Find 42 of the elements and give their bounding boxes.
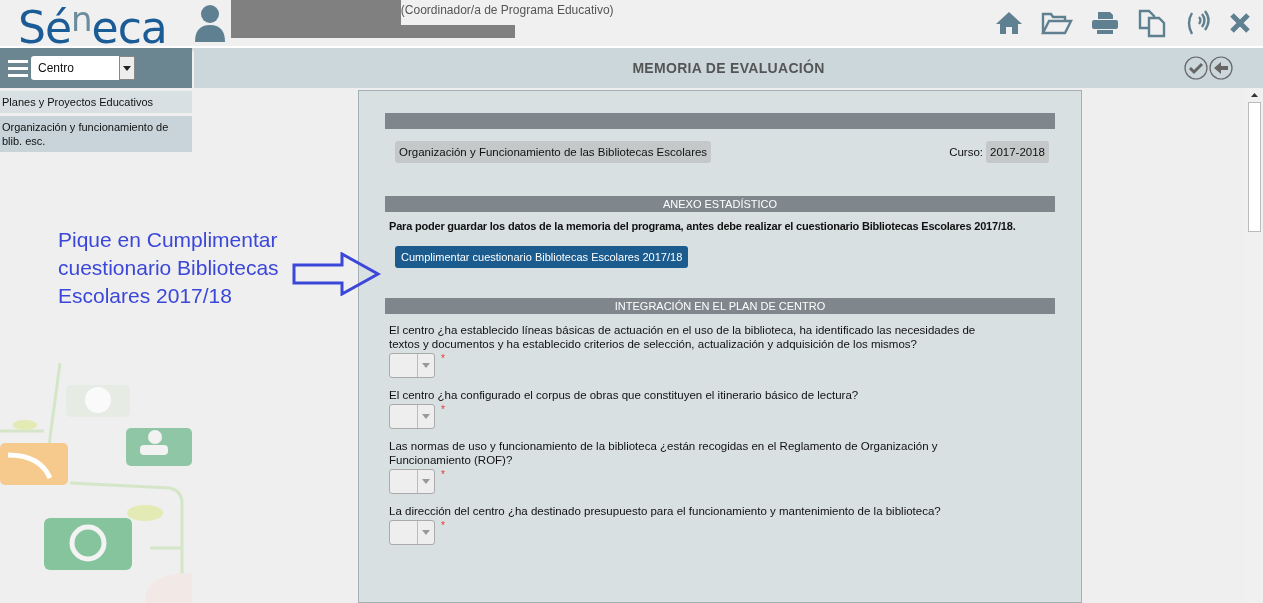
phone-icon[interactable] — [1185, 9, 1211, 37]
caret-icon — [422, 530, 430, 535]
answer-dropdown[interactable] — [389, 353, 435, 378]
folder-icon[interactable] — [1041, 11, 1073, 35]
page-title: MEMORIA DE EVALUACIÓN — [632, 60, 825, 76]
caret-icon — [422, 414, 430, 419]
required-mark: * — [441, 469, 445, 480]
questionnaire-button[interactable]: Cumplimentar cuestionario Bibliotecas Escolares 2017/18 — [395, 246, 689, 268]
question-text: La dirección del centro ¿ha destinado presupuesto para el funcionamiento y mantenimiento de la biblioteca? — [389, 504, 942, 518]
course-label: Curso: — [949, 146, 983, 158]
section-header: INTEGRACIÓN EN EL PLAN DE CENTRO — [385, 298, 1055, 314]
copy-icon[interactable] — [1137, 8, 1167, 38]
question-text: Las normas de uso y funcionamiento de la biblioteca ¿están recogidas en el Reglamento de Organización y Funcionamiento (ROF)? — [389, 439, 939, 467]
caret-icon — [422, 363, 430, 368]
logo: Sé$^{n}$eca — [18, 0, 167, 50]
required-mark: * — [441, 353, 445, 364]
answer-dropdown[interactable] — [389, 404, 435, 429]
sidebar-item[interactable]: Planes y Proyectos Educativos — [0, 91, 192, 113]
annotation-text: Pique en Cumplimentar cuestionario Bibliotecas Escolares 2017/18 — [58, 227, 280, 309]
check-icon[interactable] — [1184, 56, 1208, 80]
home-icon[interactable] — [995, 11, 1023, 35]
notice-text: Para poder guardar los datos de la memoria del programa, antes debe realizar el cuestionario Bibliotecas Escolares 2017/18. — [389, 219, 1017, 234]
user-role: (Coordinador/a de Programa Educativo) — [400, 2, 614, 17]
scroll-up-icon[interactable] — [1251, 93, 1258, 97]
required-mark: * — [441, 520, 445, 531]
answer-dropdown[interactable] — [389, 520, 435, 545]
required-mark: * — [441, 404, 445, 415]
caret-icon — [422, 479, 430, 484]
section-header: ANEXO ESTADÍSTICO — [385, 196, 1055, 212]
close-icon[interactable] — [1229, 12, 1251, 34]
answer-dropdown[interactable] — [389, 469, 435, 494]
caret-icon — [123, 65, 131, 71]
printer-icon[interactable] — [1091, 11, 1119, 35]
scroll-thumb[interactable] — [1248, 102, 1261, 232]
user-icon — [192, 4, 227, 42]
question-text: El centro ¿ha establecido líneas básicas de actuación en el uso de la biblioteca, ha identificado las necesidades de textos y documentos y ha establecido criterios de selección, actualización y adquisición de los mismos? — [389, 323, 977, 351]
sidebar-item[interactable]: Organización y funcionamiento de blib. esc. — [0, 116, 192, 152]
program-name: Organización y Funcionamiento de las Bibliotecas Escolares — [395, 141, 712, 163]
course-value: 2017-2018 — [986, 141, 1049, 163]
center-dropdown[interactable]: Centro — [31, 56, 135, 80]
menu-icon[interactable] — [8, 59, 28, 77]
question-text: El centro ¿ha configurado el corpus de obras que constituyen el itinerario básico de lectura? — [389, 388, 860, 402]
